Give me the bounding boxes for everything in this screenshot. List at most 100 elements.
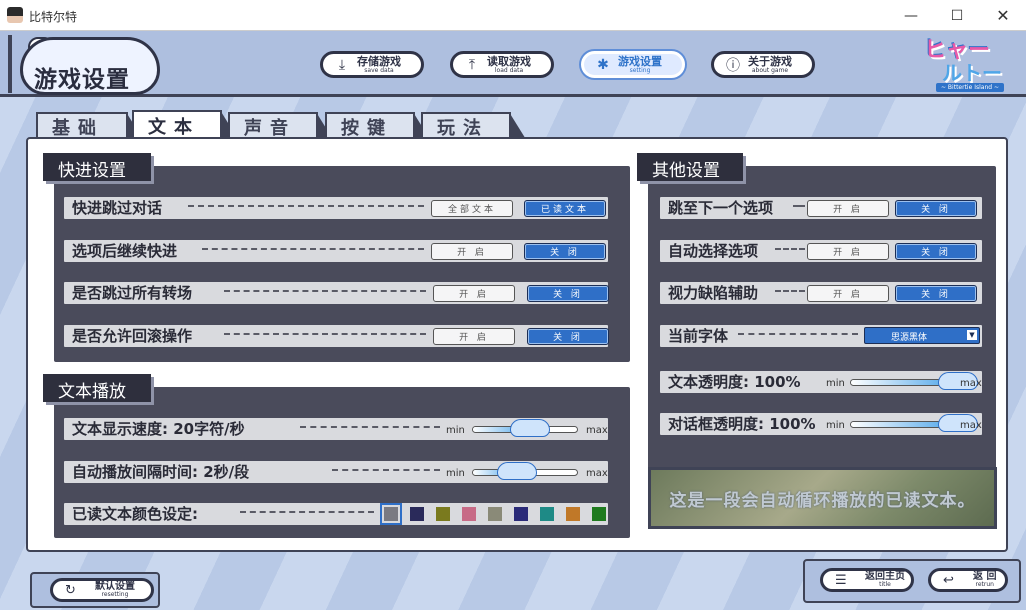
row-divider [793,205,805,207]
font-select-value: 思源黑体 [891,333,928,343]
allow-rollback-label: 是否允许回滚操作 [72,327,193,345]
row-divider [775,290,805,292]
load-game-label: 读取游戏 [487,54,531,68]
color-swatch[interactable] [514,507,528,521]
chevron-down-icon: ▼ [967,330,977,340]
auto-select-choice-row: 自动选择选项 开 启 关 闭 [660,240,982,262]
text-speed-slider[interactable]: min max [444,418,608,440]
auto-interval-label: 自动播放间隔时间: 2秒/段 [72,463,250,481]
header-stripe [8,35,12,93]
slider-max-label: max [586,468,608,479]
reset-defaults-sublabel: resetting [101,591,129,598]
load-game-button[interactable]: ⤒ 读取游戏 load data [450,51,554,78]
text-playback-title: 文本播放 [43,374,151,402]
maximize-button[interactable]: ☐ [934,0,980,31]
row-divider [188,205,424,207]
auto-select-choice-on-button[interactable]: 开 启 [807,243,889,260]
continue-skip-label: 选项后继续快进 [72,242,178,260]
about-game-button[interactable]: ⓘ 关于游戏 about game [711,51,815,78]
row-divider [224,290,426,292]
text-opacity-label: 文本透明度: 100% [668,373,801,391]
about-game-sublabel: about game [751,66,789,74]
jump-next-choice-off-button[interactable]: 关 闭 [895,200,977,217]
skip-dialog-all-text-button[interactable]: 全部文本 [431,200,513,217]
tab-text[interactable]: 文本 [132,110,238,139]
color-swatch[interactable] [566,507,580,521]
skip-dialog-label: 快进跳过对话 [72,199,163,217]
slider-min-label: min [446,425,465,436]
save-game-label: 存储游戏 [357,54,401,68]
color-swatch[interactable] [380,503,402,525]
save-game-button[interactable]: ⤓ 存储游戏 save data [320,51,424,78]
jump-next-choice-row: 跳至下一个选项 开 启 关 闭 [660,197,982,219]
jump-next-choice-on-button[interactable]: 开 启 [807,200,889,217]
color-swatch[interactable] [410,507,424,521]
game-settings-button[interactable]: ✱ 游戏设置 setting [581,51,685,78]
skip-transitions-label: 是否跳过所有转场 [72,284,193,302]
slider-min-label: min [826,378,845,389]
return-arrow-icon: ↩ [943,572,954,588]
tab-basic[interactable]: 基础 [36,112,144,141]
reset-icon: ↻ [65,582,76,598]
tab-sound[interactable]: 声音 [228,112,334,141]
slider-handle[interactable] [496,462,537,480]
skip-transitions-row: 是否跳过所有转场 开 启 关 闭 [64,282,609,304]
slider-max-label: max [960,420,982,431]
game-settings-label: 游戏设置 [618,54,662,68]
row-divider [738,333,858,335]
close-button[interactable]: ✕ [980,0,1026,31]
text-speed-label: 文本显示速度: 20字符/秒 [72,420,245,438]
vision-assist-label: 视力缺陷辅助 [668,284,759,302]
allow-rollback-off-button[interactable]: 关 闭 [527,328,609,345]
slider-min-label: min [826,420,845,431]
auto-select-choice-label: 自动选择选项 [668,242,759,260]
gear-icon: ✱ [597,56,609,73]
auto-select-choice-off-button[interactable]: 关 闭 [895,243,977,260]
game-settings-sublabel: setting [629,66,651,74]
page-title: 游戏设置 [34,67,130,93]
color-swatch[interactable] [488,507,502,521]
brand-logo-tag: ~ Bittertie Island ~ [936,83,1004,92]
brand-logo-line1: ヒャー [924,38,991,63]
vision-assist-off-button[interactable]: 关 闭 [895,285,977,302]
brand-logo: ヒャー ルトー ~ Bittertie Island ~ [924,38,1020,93]
slider-max-label: max [586,425,608,436]
skip-dialog-read-text-button[interactable]: 已读文本 [524,200,606,217]
auto-interval-slider[interactable]: min max [444,461,608,483]
continue-skip-on-button[interactable]: 开 启 [431,243,513,260]
minimize-button[interactable]: — [888,0,934,31]
text-opacity-slider[interactable]: min max [824,371,982,393]
read-text-color-row: 已读文本颜色设定: [64,503,608,525]
color-swatch[interactable] [592,507,606,521]
slider-handle[interactable] [510,419,551,437]
font-select[interactable]: 思源黑体 ▼ [864,327,980,344]
continue-skip-off-button[interactable]: 关 闭 [524,243,606,260]
read-text-color-label: 已读文本颜色设定: [72,505,198,523]
color-swatch[interactable] [436,507,450,521]
tab-gameplay[interactable]: 玩法 [421,112,527,141]
tab-keys[interactable]: 按键 [325,112,431,141]
text-preview: 这是一段会自动循环播放的已读文本。 [669,490,976,511]
vision-assist-on-button[interactable]: 开 启 [807,285,889,302]
row-divider [300,426,440,428]
color-swatch[interactable] [540,507,554,521]
other-settings-title: 其他设置 [637,153,743,181]
jump-next-choice-label: 跳至下一个选项 [668,199,774,217]
window-titlebar: 比特尔特 — ☐ ✕ [0,0,1026,31]
box-opacity-slider[interactable]: min max [824,413,982,435]
row-divider [240,511,374,513]
row-divider [775,248,805,250]
skip-transitions-on-button[interactable]: 开 启 [433,285,515,302]
color-swatch[interactable] [462,507,476,521]
load-game-sublabel: load data [494,66,524,74]
current-font-row: 当前字体 思源黑体 ▼ [660,325,982,347]
row-divider [224,333,426,335]
slider-max-label: max [960,378,982,389]
back-button[interactable]: ↩ 返 回 retrun [928,568,1008,592]
back-sublabel: retrun [975,581,994,588]
return-title-button[interactable]: ☰ 返回主页 title [820,568,914,592]
allow-rollback-on-button[interactable]: 开 启 [433,328,515,345]
skip-transitions-off-button[interactable]: 关 闭 [527,285,609,302]
reset-defaults-button[interactable]: ↻ 默认设置 resetting [50,578,154,602]
menu-list-icon: ☰ [835,572,847,588]
